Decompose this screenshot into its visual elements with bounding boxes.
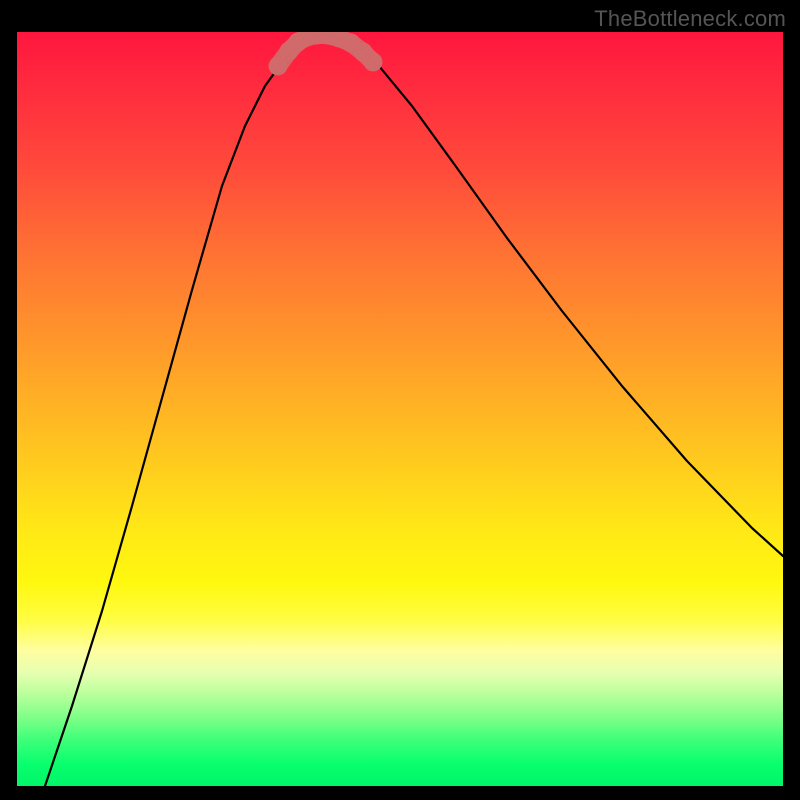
curve-layer: [17, 32, 783, 786]
trough-highlight-dot: [364, 53, 383, 72]
watermark-text: TheBottleneck.com: [594, 6, 786, 32]
bottleneck-curve: [45, 35, 783, 786]
trough-highlight-dots: [269, 32, 383, 76]
chart-frame: TheBottleneck.com: [0, 0, 800, 800]
plot-area: [17, 32, 783, 786]
